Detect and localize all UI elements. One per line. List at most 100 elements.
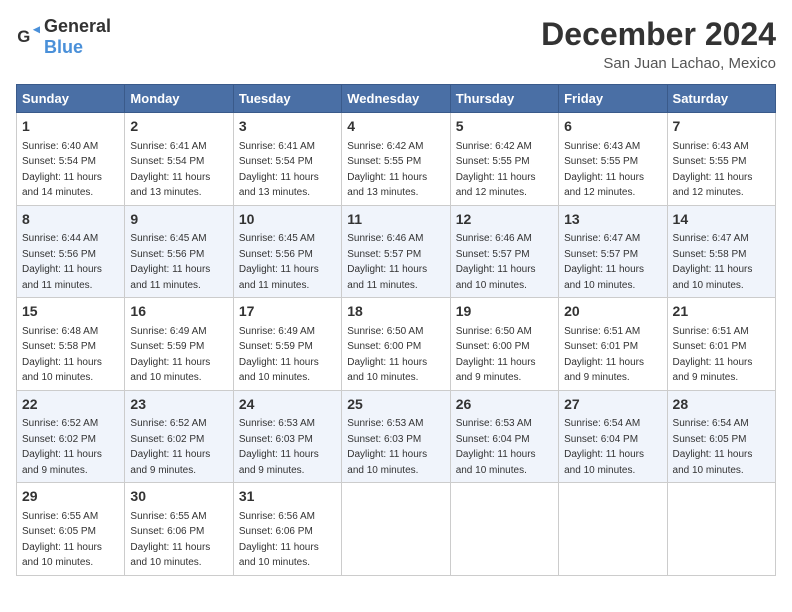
page-header: G General Blue December 2024 San Juan La… xyxy=(16,16,776,72)
calendar-header: SundayMondayTuesdayWednesdayThursdayFrid… xyxy=(17,85,776,113)
day-info: Sunrise: 6:54 AMSunset: 6:05 PMDaylight:… xyxy=(673,418,753,476)
day-number: 7 xyxy=(673,117,770,137)
day-number: 13 xyxy=(564,210,661,230)
calendar-cell: 21Sunrise: 6:51 AMSunset: 6:01 PMDayligh… xyxy=(667,298,775,391)
day-info: Sunrise: 6:45 AMSunset: 5:56 PMDaylight:… xyxy=(130,233,210,291)
day-number: 30 xyxy=(130,487,227,507)
day-info: Sunrise: 6:46 AMSunset: 5:57 PMDaylight:… xyxy=(347,233,427,291)
calendar-cell: 5 Sunrise: 6:42 AMSunset: 5:55 PMDaylight… xyxy=(450,113,558,206)
calendar-cell: 9 Sunrise: 6:45 AMSunset: 5:56 PMDaylight… xyxy=(125,205,233,298)
day-number: 2 xyxy=(130,117,227,137)
weekday-header-saturday: Saturday xyxy=(667,85,775,113)
day-number: 8 xyxy=(22,210,119,230)
day-number: 15 xyxy=(22,302,119,322)
day-number: 14 xyxy=(673,210,770,230)
weekday-header-wednesday: Wednesday xyxy=(342,85,450,113)
day-info: Sunrise: 6:48 AMSunset: 5:58 PMDaylight:… xyxy=(22,326,102,384)
day-info: Sunrise: 6:45 AMSunset: 5:56 PMDaylight:… xyxy=(239,233,319,291)
logo-text-general: General xyxy=(44,16,111,36)
calendar-cell: 11 Sunrise: 6:46 AMSunset: 5:57 PMDayligh… xyxy=(342,205,450,298)
day-info: Sunrise: 6:56 AMSunset: 6:06 PMDaylight:… xyxy=(239,511,319,569)
calendar-week-row: 8 Sunrise: 6:44 AMSunset: 5:56 PMDaylight… xyxy=(17,205,776,298)
calendar-cell: 8 Sunrise: 6:44 AMSunset: 5:56 PMDaylight… xyxy=(17,205,125,298)
day-info: Sunrise: 6:44 AMSunset: 5:56 PMDaylight:… xyxy=(22,233,102,291)
day-number: 22 xyxy=(22,395,119,415)
calendar-week-row: 1 Sunrise: 6:40 AMSunset: 5:54 PMDaylight… xyxy=(17,113,776,206)
day-number: 6 xyxy=(564,117,661,137)
day-info: Sunrise: 6:46 AMSunset: 5:57 PMDaylight:… xyxy=(456,233,536,291)
day-info: Sunrise: 6:54 AMSunset: 6:04 PMDaylight:… xyxy=(564,418,644,476)
day-number: 20 xyxy=(564,302,661,322)
calendar-week-row: 15 Sunrise: 6:48 AMSunset: 5:58 PMDayligh… xyxy=(17,298,776,391)
day-number: 11 xyxy=(347,210,444,230)
calendar-cell: 25 Sunrise: 6:53 AMSunset: 6:03 PMDayligh… xyxy=(342,390,450,483)
weekday-header-friday: Friday xyxy=(559,85,667,113)
day-number: 31 xyxy=(239,487,336,507)
day-info: Sunrise: 6:53 AMSunset: 6:04 PMDaylight:… xyxy=(456,418,536,476)
day-number: 9 xyxy=(130,210,227,230)
day-info: Sunrise: 6:43 AMSunset: 5:55 PMDaylight:… xyxy=(564,141,644,199)
day-number: 5 xyxy=(456,117,553,137)
calendar-week-row: 29 Sunrise: 6:55 AMSunset: 6:05 PMDayligh… xyxy=(17,483,776,576)
day-number: 18 xyxy=(347,302,444,322)
calendar-cell: 13 Sunrise: 6:47 AMSunset: 5:57 PMDayligh… xyxy=(559,205,667,298)
calendar-cell: 18 Sunrise: 6:50 AMSunset: 6:00 PMDayligh… xyxy=(342,298,450,391)
weekday-header-monday: Monday xyxy=(125,85,233,113)
day-number: 28 xyxy=(673,395,770,415)
svg-text:G: G xyxy=(17,27,30,46)
day-info: Sunrise: 6:41 AMSunset: 5:54 PMDaylight:… xyxy=(130,141,210,199)
day-info: Sunrise: 6:49 AMSunset: 5:59 PMDaylight:… xyxy=(239,326,319,384)
weekday-header-sunday: Sunday xyxy=(17,85,125,113)
day-number: 4 xyxy=(347,117,444,137)
calendar-cell: 2 Sunrise: 6:41 AMSunset: 5:54 PMDaylight… xyxy=(125,113,233,206)
day-info: Sunrise: 6:55 AMSunset: 6:05 PMDaylight:… xyxy=(22,511,102,569)
day-number: 25 xyxy=(347,395,444,415)
weekday-header-tuesday: Tuesday xyxy=(233,85,341,113)
calendar-cell: 20 Sunrise: 6:51 AMSunset: 6:01 PMDayligh… xyxy=(559,298,667,391)
calendar-cell: 26Sunrise: 6:53 AMSunset: 6:04 PMDayligh… xyxy=(450,390,558,483)
day-number: 24 xyxy=(239,395,336,415)
day-info: Sunrise: 6:53 AMSunset: 6:03 PMDaylight:… xyxy=(239,418,319,476)
day-info: Sunrise: 6:52 AMSunset: 6:02 PMDaylight:… xyxy=(22,418,102,476)
calendar-cell: 7Sunrise: 6:43 AMSunset: 5:55 PMDaylight… xyxy=(667,113,775,206)
weekday-header-row: SundayMondayTuesdayWednesdayThursdayFrid… xyxy=(17,85,776,113)
day-info: Sunrise: 6:53 AMSunset: 6:03 PMDaylight:… xyxy=(347,418,427,476)
calendar-cell: 16Sunrise: 6:49 AMSunset: 5:59 PMDayligh… xyxy=(125,298,233,391)
day-info: Sunrise: 6:50 AMSunset: 6:00 PMDaylight:… xyxy=(456,326,536,384)
day-number: 23 xyxy=(130,395,227,415)
calendar-cell: 24 Sunrise: 6:53 AMSunset: 6:03 PMDayligh… xyxy=(233,390,341,483)
day-info: Sunrise: 6:41 AMSunset: 5:54 PMDaylight:… xyxy=(239,141,319,199)
weekday-header-thursday: Thursday xyxy=(450,85,558,113)
day-info: Sunrise: 6:49 AMSunset: 5:59 PMDaylight:… xyxy=(130,326,210,384)
day-info: Sunrise: 6:47 AMSunset: 5:57 PMDaylight:… xyxy=(564,233,644,291)
day-number: 17 xyxy=(239,302,336,322)
calendar-body: 1 Sunrise: 6:40 AMSunset: 5:54 PMDaylight… xyxy=(17,113,776,576)
calendar-cell xyxy=(450,483,558,576)
calendar-cell: 29 Sunrise: 6:55 AMSunset: 6:05 PMDayligh… xyxy=(17,483,125,576)
calendar-cell: 19 Sunrise: 6:50 AMSunset: 6:00 PMDayligh… xyxy=(450,298,558,391)
day-info: Sunrise: 6:47 AMSunset: 5:58 PMDaylight:… xyxy=(673,233,753,291)
day-info: Sunrise: 6:42 AMSunset: 5:55 PMDaylight:… xyxy=(456,141,536,199)
day-info: Sunrise: 6:50 AMSunset: 6:00 PMDaylight:… xyxy=(347,326,427,384)
logo: G General Blue xyxy=(16,16,111,58)
calendar-cell: 6 Sunrise: 6:43 AMSunset: 5:55 PMDaylight… xyxy=(559,113,667,206)
day-number: 3 xyxy=(239,117,336,137)
calendar-cell: 10Sunrise: 6:45 AMSunset: 5:56 PMDayligh… xyxy=(233,205,341,298)
day-info: Sunrise: 6:51 AMSunset: 6:01 PMDaylight:… xyxy=(564,326,644,384)
calendar-cell: 14 Sunrise: 6:47 AMSunset: 5:58 PMDayligh… xyxy=(667,205,775,298)
day-info: Sunrise: 6:52 AMSunset: 6:02 PMDaylight:… xyxy=(130,418,210,476)
calendar-cell: 1 Sunrise: 6:40 AMSunset: 5:54 PMDaylight… xyxy=(17,113,125,206)
day-number: 29 xyxy=(22,487,119,507)
day-number: 19 xyxy=(456,302,553,322)
calendar-cell xyxy=(667,483,775,576)
day-number: 1 xyxy=(22,117,119,137)
calendar-table: SundayMondayTuesdayWednesdayThursdayFrid… xyxy=(16,84,776,576)
calendar-cell xyxy=(342,483,450,576)
day-info: Sunrise: 6:40 AMSunset: 5:54 PMDaylight:… xyxy=(22,141,102,199)
location: San Juan Lachao, Mexico xyxy=(541,55,776,72)
calendar-cell: 17 Sunrise: 6:49 AMSunset: 5:59 PMDayligh… xyxy=(233,298,341,391)
calendar-week-row: 22 Sunrise: 6:52 AMSunset: 6:02 PMDayligh… xyxy=(17,390,776,483)
day-info: Sunrise: 6:42 AMSunset: 5:55 PMDaylight:… xyxy=(347,141,427,199)
calendar-cell: 28 Sunrise: 6:54 AMSunset: 6:05 PMDayligh… xyxy=(667,390,775,483)
day-number: 21 xyxy=(673,302,770,322)
